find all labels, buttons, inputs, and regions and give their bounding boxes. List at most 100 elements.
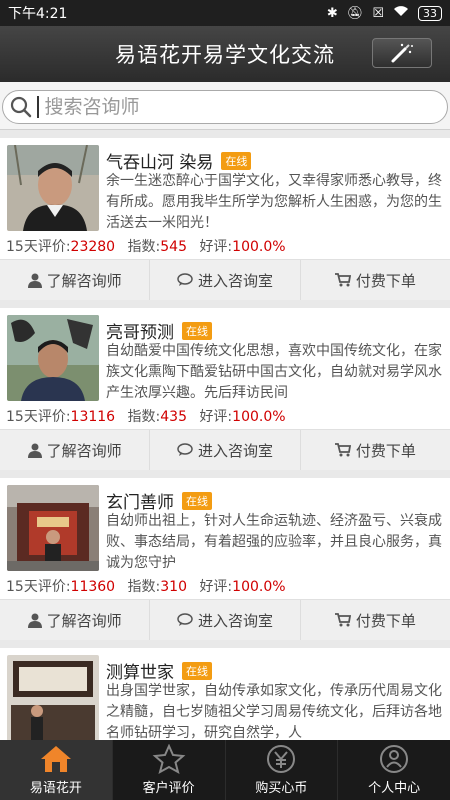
online-badge: 在线 [182,661,212,680]
consultant-name-row: 玄门善师 在线 [106,488,212,513]
search-icon [10,96,32,118]
rating-label: 好评: [199,409,233,425]
pay-order-button[interactable]: 付费下单 [301,430,450,470]
tab-buy-coins[interactable]: 购买心币 [226,740,339,800]
index-value: 310 [160,579,187,595]
consultant-card[interactable]: 测算世家 在线 出身国学世家，自幼传承如家文化，传承历代周易文化之精髓，自七岁随… [0,648,450,740]
consultant-photo[interactable] [7,145,99,231]
wifi-icon [393,5,409,21]
text-cursor [37,96,39,118]
consultant-photo[interactable] [7,315,99,401]
online-badge: 在线 [221,151,252,170]
card-actions: 了解咨询师 进入咨询室 付费下单 [0,259,450,300]
consultant-stats: 15天评价:11360 指数:310 好评:100.0% [6,576,286,596]
no-sim-icon: ☒ [372,5,384,21]
consultant-card[interactable]: 气吞山河 染易 在线 余一生迷恋醉心于国学文化，又幸得家师悉心教导，终有所成。愿… [0,138,450,300]
search-bar [0,82,450,130]
bottom-tab-bar: 易语花开 客户评价 购买心币 个人中心 [0,740,450,800]
eval-count: 23280 [70,239,116,255]
about-consultant-label: 了解咨询师 [46,611,122,630]
rating-value: 100.0% [232,409,286,425]
tab-profile[interactable]: 个人中心 [338,740,450,800]
chat-bubble-icon [177,613,193,626]
about-consultant-button[interactable]: 了解咨询师 [0,260,151,300]
eval-label: 15天评价: [6,239,71,255]
pay-order-label: 付费下单 [355,271,416,290]
index-value: 435 [160,409,187,425]
pay-order-label: 付费下单 [355,611,416,630]
rating-label: 好评: [199,239,233,255]
consultant-name: 测算世家 [106,663,174,683]
about-consultant-button[interactable]: 了解咨询师 [0,430,151,470]
consultant-photo[interactable] [7,485,99,571]
bluetooth-icon: ✱ [326,5,338,21]
tab-reviews[interactable]: 客户评价 [113,740,226,800]
index-label: 指数: [127,579,161,595]
battery-icon: 33 [418,5,442,21]
status-icons: ✱ 🔕︎ ☒ 33 [327,5,442,21]
yuan-coin-icon [267,745,296,773]
cart-icon [334,273,351,287]
consultant-name-row: 气吞山河 染易 在线 [106,148,252,173]
about-consultant-label: 了解咨询师 [46,271,122,290]
index-label: 指数: [127,409,161,425]
eval-count: 13116 [70,409,116,425]
consultant-stats: 15天评价:23280 指数:545 好评:100.0% [6,236,286,256]
tab-home[interactable]: 易语花开 [0,740,113,800]
consultant-list[interactable]: 气吞山河 染易 在线 余一生迷恋醉心于国学文化，又幸得家师悉心教导，终有所成。愿… [0,130,450,740]
enter-room-button[interactable]: 进入咨询室 [150,430,301,470]
rating-value: 100.0% [232,239,286,255]
tab-profile-label: 个人中心 [368,781,421,796]
consultant-photo[interactable] [7,655,99,740]
eval-label: 15天评价: [6,579,71,595]
cart-icon [334,613,351,627]
consultant-description: 自幼酷爱中国传统文化思想，喜欢中国传统文化，在家族文化熏陶下酷爱钻研中国古文化，… [106,343,442,401]
search-input[interactable] [44,96,447,118]
chat-bubble-icon [177,273,193,286]
online-badge: 在线 [182,321,212,340]
enter-room-button[interactable]: 进入咨询室 [150,260,301,300]
tab-home-label: 易语花开 [29,781,82,796]
consultant-name: 玄门善师 [106,493,174,513]
enter-room-label: 进入咨询室 [197,271,273,290]
cart-icon [334,443,351,457]
rating-label: 好评: [199,579,233,595]
about-consultant-label: 了解咨询师 [46,441,122,460]
magic-wand-button[interactable] [372,38,432,68]
user-icon [27,273,42,288]
pay-order-button[interactable]: 付费下单 [301,260,450,300]
home-icon [40,746,71,772]
consultant-stats: 15天评价:13116 指数:435 好评:100.0% [6,406,286,426]
user-icon [27,443,42,458]
online-badge: 在线 [182,491,212,510]
consultant-name-row: 亮哥预测 在线 [106,318,212,343]
enter-room-label: 进入咨询室 [197,441,273,460]
index-value: 545 [160,239,187,255]
magic-wand-icon [391,43,413,63]
pay-order-label: 付费下单 [355,441,416,460]
about-consultant-button[interactable]: 了解咨询师 [0,600,151,640]
consultant-name-row: 测算世家 在线 [106,658,212,683]
rating-value: 100.0% [232,579,286,595]
mute-icon: 🔕︎ [346,5,364,21]
page-title: 易语花开易学文化交流 [115,43,335,67]
consultant-card[interactable]: 玄门善师 在线 自幼师出祖上，针对人生命运轨迹、经济盈亏、兴衰成败、事态结局，有… [0,478,450,640]
consultant-description: 余一生迷恋醉心于国学文化，又幸得家师悉心教导，终有所成。愿用我毕生所学为您解析人… [106,173,442,231]
status-time: 下午4:21 [8,6,68,22]
status-bar: 下午4:21 ✱ 🔕︎ ☒ 33 [0,0,450,26]
consultant-card[interactable]: 亮哥预测 在线 自幼酷爱中国传统文化思想，喜欢中国传统文化，在家族文化熏陶下酷爱… [0,308,450,470]
tab-buy-coins-label: 购买心币 [255,781,308,796]
header: 易语花开易学文化交流 [0,26,450,82]
star-icon [152,744,186,774]
consultant-description: 自幼师出祖上，针对人生命运轨迹、经济盈亏、兴衰成败、事态结局，有着超强的应验率，… [106,513,442,571]
search-box[interactable] [2,90,448,124]
consultant-name: 亮哥预测 [106,323,174,343]
enter-room-button[interactable]: 进入咨询室 [150,600,301,640]
index-label: 指数: [127,239,161,255]
chat-bubble-icon [177,443,193,456]
tab-reviews-label: 客户评价 [142,781,195,796]
consultant-name: 气吞山河 染易 [106,153,214,173]
pay-order-button[interactable]: 付费下单 [301,600,450,640]
card-actions: 了解咨询师 进入咨询室 付费下单 [0,599,450,640]
enter-room-label: 进入咨询室 [197,611,273,630]
